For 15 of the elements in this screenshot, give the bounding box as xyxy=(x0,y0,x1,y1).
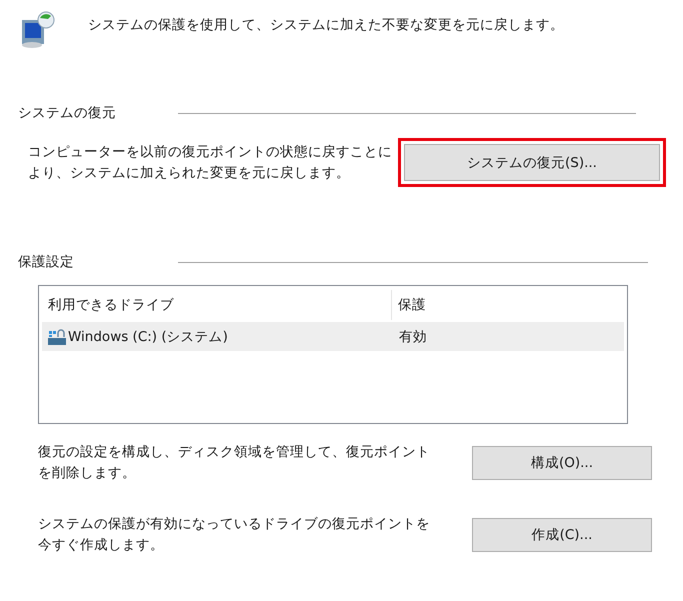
drive-row[interactable]: Windows (C:) (システム) 有効 xyxy=(42,322,624,351)
description-text: コンピューターを以前の復元ポイントの状態に戻すことにより、システムに加えられた変更を元に戻します。 xyxy=(28,142,393,182)
system-restore-button[interactable]: システムの復元(S)... xyxy=(404,144,660,181)
section-heading: 保護設定 xyxy=(18,253,75,271)
column-header[interactable]: 利用できるドライブ xyxy=(42,290,392,320)
action-button[interactable]: 構成(O)... xyxy=(472,446,652,480)
action-button[interactable]: 作成(C)... xyxy=(472,518,652,552)
column-header[interactable]: 保護 xyxy=(392,290,622,320)
table-cell-text: 有効 xyxy=(398,328,428,346)
table-cell: Windows (C:) (システム) xyxy=(68,328,228,346)
section-heading: システムの復元 xyxy=(18,104,117,122)
description-text: 復元の設定を構成し、ディスク領域を管理して、復元ポイントを削除します。 xyxy=(38,443,431,483)
drive-icon xyxy=(48,328,66,344)
description-text: システムの保護が有効になっているドライブの復元ポイントを今すぐ作成します。 xyxy=(38,515,431,555)
description-text: システムの保護を使用して、システムに加えた不要な変更を元に戻します。 xyxy=(88,16,564,34)
